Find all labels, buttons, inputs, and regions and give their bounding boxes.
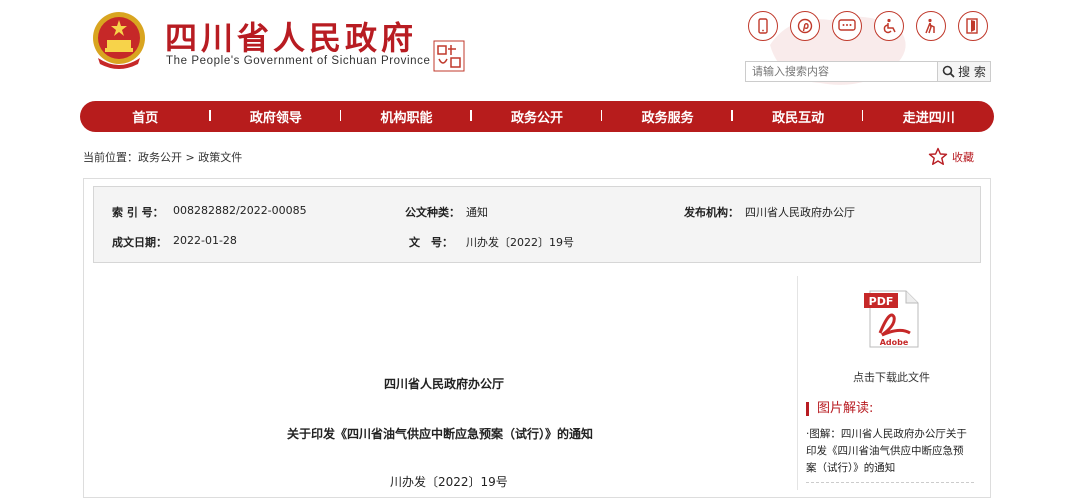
docno-value: 川办发〔2022〕19号 bbox=[466, 236, 574, 249]
download-link[interactable]: 点击下载此文件 bbox=[853, 369, 930, 385]
main-nav: 首页 政府领导 机构职能 政务公开 政务服务 政民互动 走进四川 bbox=[80, 101, 994, 132]
adobe-label: Adobe bbox=[880, 338, 909, 347]
date-value: 2022-01-28 bbox=[173, 234, 237, 247]
pic-interpretation-heading: 图片解读: bbox=[806, 402, 873, 416]
collect-label: 收藏 bbox=[952, 150, 974, 164]
pinterest-icon[interactable] bbox=[790, 11, 820, 41]
site-title: 四川省人民政府 bbox=[165, 19, 418, 57]
publisher-value: 四川省人民政府办公厅 bbox=[745, 206, 855, 219]
search-input[interactable] bbox=[745, 61, 938, 82]
nav-item-sichuan[interactable]: 走进四川 bbox=[863, 107, 994, 126]
pdf-label: PDF bbox=[869, 295, 894, 308]
nav-item-home[interactable]: 首页 bbox=[80, 107, 211, 126]
docno-label: 文 号： bbox=[409, 236, 453, 249]
site-subtitle: The People's Government of Sichuan Provi… bbox=[166, 55, 431, 67]
document-org: 四川省人民政府办公厅 bbox=[384, 377, 505, 391]
star-icon bbox=[928, 147, 948, 165]
nav-item-leaders[interactable]: 政府领导 bbox=[211, 107, 342, 126]
breadcrumb[interactable]: 当前位置：政务公开 > 政策文件 bbox=[83, 149, 242, 165]
mobile-icon[interactable] bbox=[748, 11, 778, 41]
pic-interpretation-link[interactable]: ·图解：四川省人民政府办公厅关于印发《四川省油气供应中断应急预案（试行）》的通知 bbox=[806, 426, 973, 477]
divider bbox=[806, 482, 974, 483]
type-value: 通知 bbox=[466, 206, 488, 219]
nav-item-affairs-open[interactable]: 政务公开 bbox=[472, 107, 603, 126]
index-label: 索 引 号： bbox=[112, 206, 164, 219]
nav-item-functions[interactable]: 机构职能 bbox=[341, 107, 472, 126]
collect-button[interactable]: 收藏 bbox=[928, 147, 974, 166]
site-header: 四川省人民政府 The People's Government of Sichu… bbox=[0, 0, 1080, 96]
search-button-label: 搜 索 bbox=[958, 65, 986, 79]
date-label: 成文日期： bbox=[112, 236, 167, 249]
seal-logo bbox=[433, 40, 465, 72]
document-title: 关于印发《四川省油气供应中断应急预案（试行）》的通知 bbox=[287, 427, 594, 441]
exit-icon[interactable] bbox=[958, 11, 988, 41]
nav-item-interaction[interactable]: 政民互动 bbox=[733, 107, 864, 126]
pdf-download-icon[interactable]: PDF Adobe bbox=[860, 287, 924, 351]
chat-icon[interactable] bbox=[832, 11, 862, 41]
accessibility-icon[interactable] bbox=[874, 11, 904, 41]
document-number: 川办发〔2022〕19号 bbox=[390, 475, 508, 489]
search-button[interactable]: 搜 索 bbox=[938, 61, 991, 82]
type-label: 公文种类： bbox=[405, 206, 460, 219]
search-icon bbox=[942, 65, 955, 78]
publisher-label: 发布机构： bbox=[684, 206, 739, 219]
top-icon-bar bbox=[746, 11, 988, 43]
elderly-icon[interactable] bbox=[916, 11, 946, 41]
index-value: 008282882/2022-00085 bbox=[173, 204, 307, 217]
national-emblem-icon bbox=[93, 12, 145, 69]
nav-item-services[interactable]: 政务服务 bbox=[602, 107, 733, 126]
document-meta: 索 引 号： 008282882/2022-00085 公文种类： 通知 发布机… bbox=[93, 186, 981, 263]
